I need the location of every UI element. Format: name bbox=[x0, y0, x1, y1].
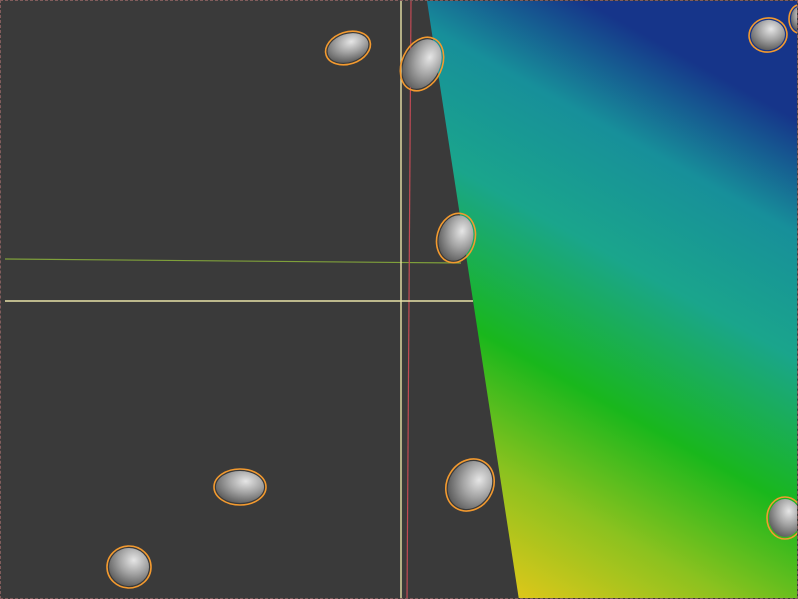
gradient-surface-plane[interactable] bbox=[427, 1, 798, 599]
x-axis-line bbox=[4, 258, 462, 264]
particle-4[interactable] bbox=[436, 450, 504, 520]
y-axis-line bbox=[406, 1, 412, 598]
particle-6[interactable] bbox=[106, 545, 152, 589]
viewport-scene[interactable] bbox=[1, 1, 798, 599]
particle-1[interactable] bbox=[321, 26, 375, 71]
particle-8[interactable] bbox=[766, 496, 798, 540]
particle-5[interactable] bbox=[213, 468, 267, 506]
3d-viewport[interactable] bbox=[0, 0, 798, 599]
